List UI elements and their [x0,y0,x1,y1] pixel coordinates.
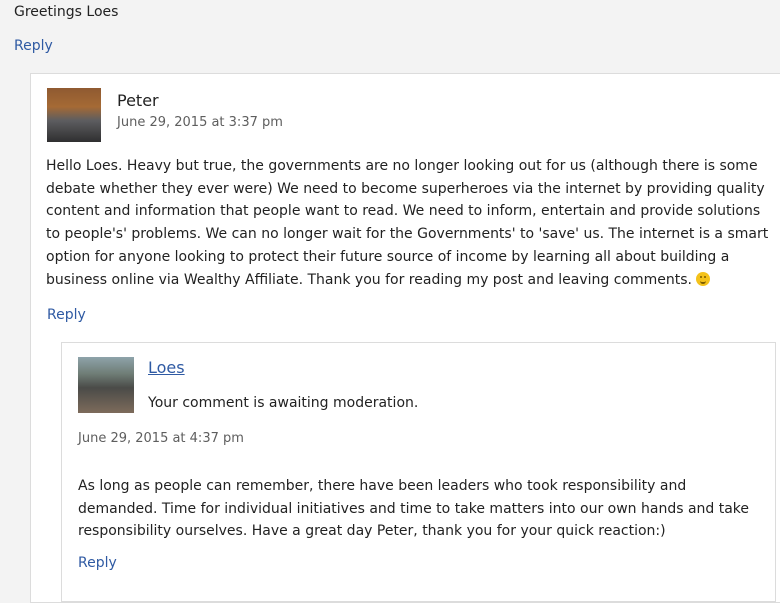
loes-author-link[interactable]: Loes [148,359,185,377]
peter-author-name: Peter [117,91,159,110]
peter-reply-link[interactable]: Reply [47,306,86,324]
peter-comment-text: Hello Loes. Heavy but true, the governme… [46,158,769,288]
top-comment-closing-text: Greetings Loes [14,4,119,20]
peter-comment-date: June 29, 2015 at 3:37 pm [117,115,283,130]
loes-avatar [78,357,134,413]
loes-comment-body: As long as people can remember, there ha… [78,478,750,540]
peter-avatar [47,88,101,142]
peter-comment: Peter June 29, 2015 at 3:37 pm Hello Loe… [30,73,780,603]
smiley-icon [696,271,711,286]
top-reply-link[interactable]: Reply [14,37,53,55]
loes-reply-comment: Loes Your comment is awaiting moderation… [61,342,776,602]
peter-comment-body: Hello Loes. Heavy but true, the governme… [46,155,776,291]
moderation-notice: Your comment is awaiting moderation. [148,395,419,411]
loes-reply-link[interactable]: Reply [78,554,117,572]
loes-comment-date: June 29, 2015 at 4:37 pm [78,431,244,446]
